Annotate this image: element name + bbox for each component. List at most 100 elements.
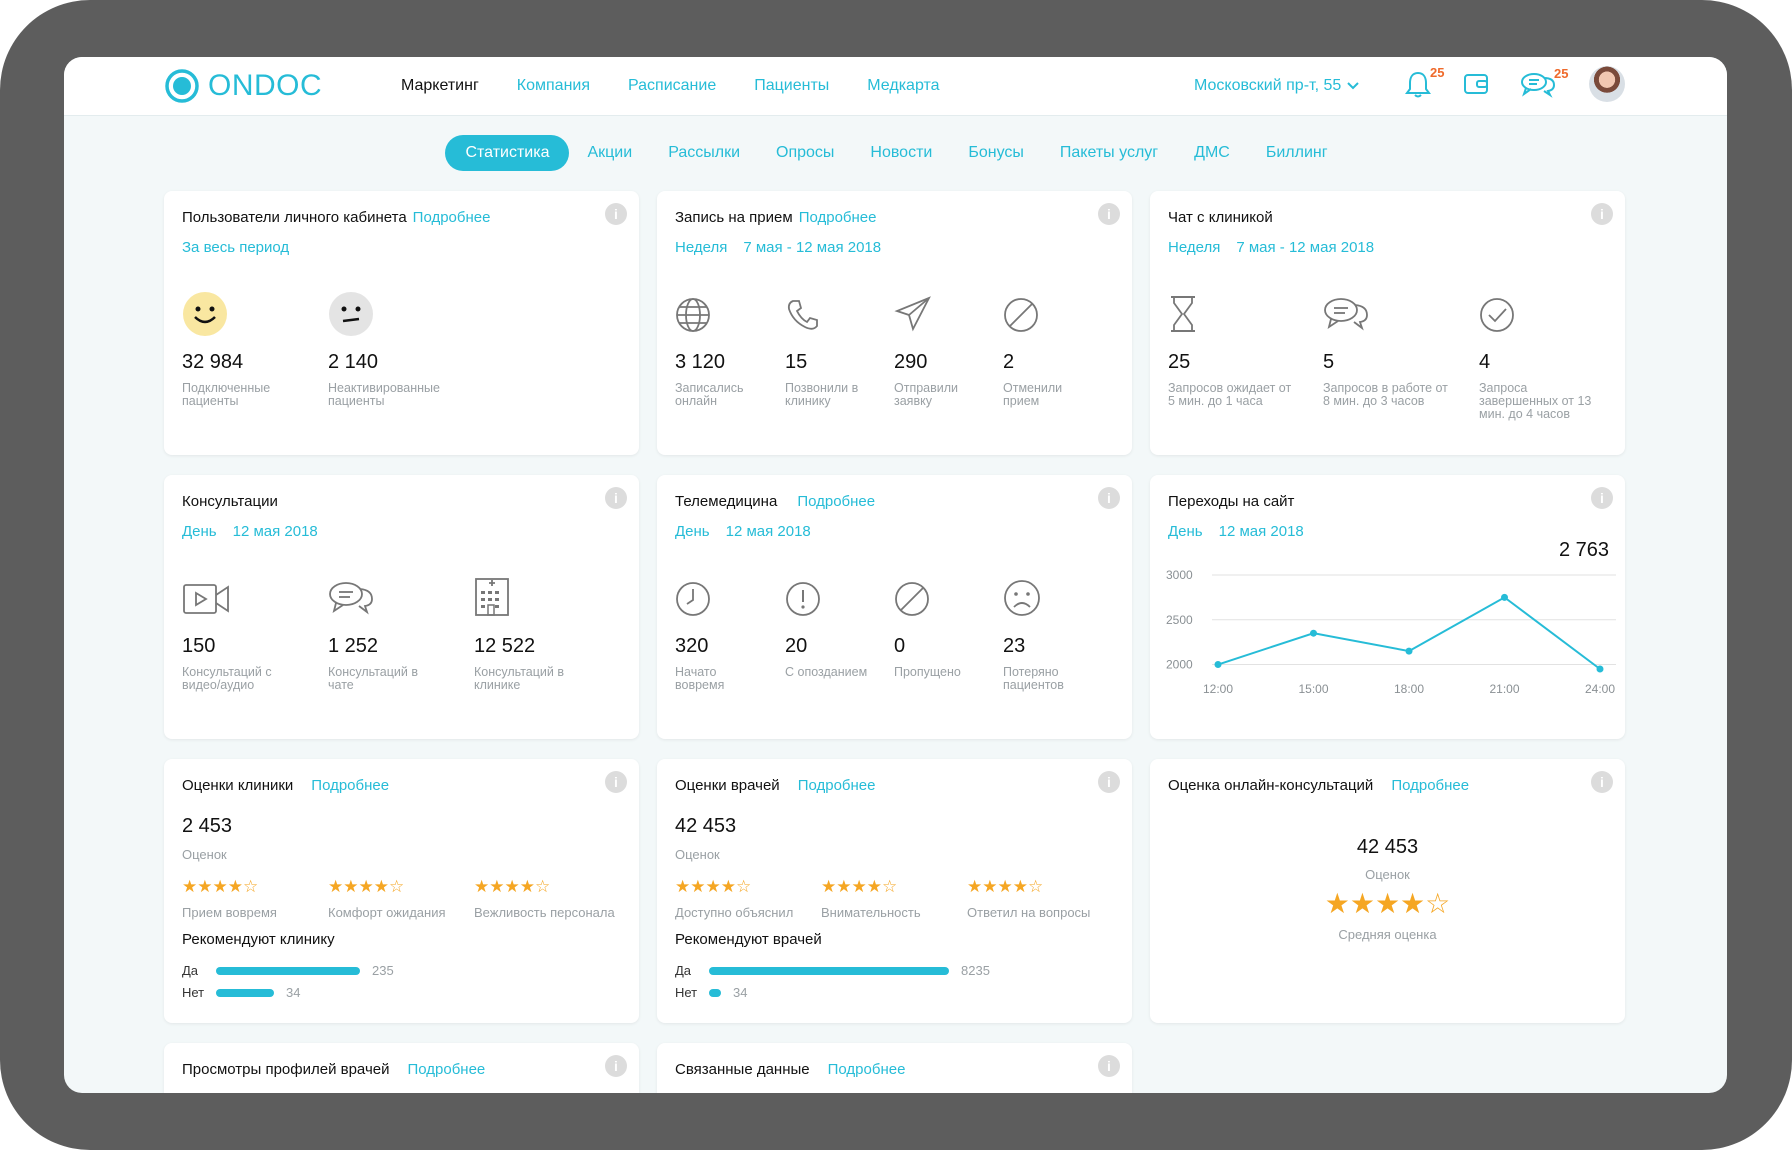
stat-label: Консультаций с видео/аудио: [182, 665, 272, 692]
period-selector[interactable]: За весь период: [182, 239, 305, 256]
stat-label: Потеряно пациентов: [1003, 665, 1064, 692]
chat-bubbles-icon: [329, 582, 373, 615]
logo[interactable]: ONDOC: [164, 68, 322, 104]
linked-data-card: Связанные данные Подробнее i: [657, 1043, 1132, 1093]
visits-line-chart: 3000 2500 2000 12:00 15:00 18:00 21:00 24:00: [1166, 568, 1616, 696]
phone-icon: [787, 300, 818, 330]
info-icon[interactable]: i: [605, 771, 627, 793]
criterion-label: Комфорт ожидания: [328, 905, 446, 920]
tab-bonuses[interactable]: Бонусы: [968, 144, 1024, 162]
more-link[interactable]: Подробнее: [1391, 777, 1469, 794]
stat-chat: 1 252 Консультаций в чате: [328, 575, 448, 692]
star-rating: ★★★★☆: [182, 877, 259, 896]
info-icon[interactable]: i: [1098, 1055, 1120, 1077]
period-selector[interactable]: Неделя 7 мая - 12 мая 2018: [1168, 239, 1390, 256]
chat-bubbles-icon: [1324, 298, 1368, 331]
stat-value: 3 120: [675, 351, 726, 373]
stat-label: С опозданием: [785, 665, 868, 679]
criterion-label: Прием вовремя: [182, 905, 277, 920]
stat-value: 32 984: [182, 351, 244, 373]
tab-dms[interactable]: ДМС: [1194, 144, 1230, 162]
x-tick-label: 12:00: [1203, 682, 1233, 696]
more-link[interactable]: Подробнее: [799, 209, 877, 226]
nav-company[interactable]: Компания: [517, 77, 590, 95]
card-title: Консультации: [182, 493, 278, 510]
booking-card: Запись на прием Подробнее i Неделя 7 мая -…: [657, 191, 1132, 455]
x-tick-label: 18:00: [1394, 682, 1424, 696]
stat-value: 2: [1003, 351, 1015, 373]
tab-billing[interactable]: Биллинг: [1266, 144, 1328, 162]
y-tick-label: 2000: [1166, 658, 1193, 672]
more-link[interactable]: Подробнее: [413, 209, 491, 226]
card-title: Просмотры профилей врачей Подробнее: [182, 1061, 486, 1078]
stat-on-time: 320 Начато вовремя: [675, 575, 795, 692]
card-title: Пользователи личного кабинета Подробнее: [182, 209, 491, 226]
bar-label: Да: [675, 963, 692, 978]
criterion-label: Ответил на вопросы: [967, 905, 1091, 920]
info-icon[interactable]: i: [1591, 771, 1613, 793]
stat-clinic: 12 522 Консультаций в клинике: [474, 575, 594, 692]
stat-value: 1 252: [328, 635, 379, 657]
ratings-count: 42 453: [675, 815, 737, 837]
chat-icon: [1521, 73, 1556, 98]
average-label: Средняя оценка: [1338, 927, 1437, 942]
ratings-count-label: Оценок: [675, 847, 720, 862]
nav-marketing[interactable]: Маркетинг: [401, 77, 479, 95]
info-icon[interactable]: i: [605, 203, 627, 225]
info-icon[interactable]: i: [1591, 203, 1613, 225]
nav-patients[interactable]: Пациенты: [754, 77, 829, 95]
info-icon[interactable]: i: [1098, 771, 1120, 793]
tab-surveys[interactable]: Опросы: [776, 144, 834, 162]
notifications-button[interactable]: 25: [1404, 65, 1444, 104]
period-selector[interactable]: День 12 мая 2018: [1168, 523, 1320, 540]
period-selector[interactable]: День 12 мая 2018: [182, 523, 334, 540]
more-link[interactable]: Подробнее: [407, 1061, 485, 1078]
period-selector[interactable]: День 12 мая 2018: [675, 523, 827, 540]
info-icon[interactable]: i: [605, 1055, 627, 1077]
card-title: Чат с клиникой: [1168, 209, 1273, 226]
bar-value: 34: [286, 985, 301, 1000]
bar-label: Нет: [182, 985, 205, 1000]
telemedicine-card: Телемедицина Подробнее i День 12 мая 2018 …: [657, 475, 1132, 739]
period-selector[interactable]: Неделя 7 мая - 12 мая 2018: [675, 239, 897, 256]
avatar[interactable]: [1589, 66, 1625, 102]
more-link[interactable]: Подробнее: [311, 777, 389, 794]
stat-label: Пропущено: [894, 665, 961, 679]
top-bar: ONDOC Маркетинг Компания Расписание Паци…: [64, 57, 1727, 116]
tab-statistics[interactable]: Статистика: [445, 135, 570, 171]
info-icon[interactable]: i: [605, 487, 627, 509]
card-title: Оценка онлайн-консультаций Подробнее: [1168, 777, 1470, 794]
tab-packages[interactable]: Пакеты услуг: [1060, 144, 1158, 162]
more-link[interactable]: Подробнее: [798, 777, 876, 794]
recommend-no-bar: [709, 988, 721, 997]
branch-selector[interactable]: Московский пр-т, 55: [1194, 77, 1359, 95]
stat-waiting: 25 Запросов ожидает от 5 мин. до 1 часа: [1168, 291, 1298, 408]
tab-news[interactable]: Новости: [870, 144, 932, 162]
app-screen: ONDOC Маркетинг Компания Расписание Паци…: [64, 57, 1727, 1093]
top-icons: 25 25: [1404, 65, 1586, 104]
more-link[interactable]: Подробнее: [797, 493, 875, 510]
card-title: Оценки врачей Подробнее: [675, 777, 876, 794]
recommend-no-row: Нет 34: [675, 985, 747, 1000]
wallet-button[interactable]: [1462, 70, 1490, 103]
average-star-rating: ★★★★☆: [1324, 888, 1451, 919]
nav-schedule[interactable]: Расписание: [628, 77, 716, 95]
clinic-building-icon: [475, 578, 509, 616]
info-icon[interactable]: i: [1591, 487, 1613, 509]
clock-icon: [676, 582, 710, 616]
bar-value: 8235: [961, 963, 990, 978]
messages-button[interactable]: 25: [1520, 66, 1568, 103]
ratings-count-label: Оценок: [1365, 867, 1410, 882]
neutral-face-icon: [329, 292, 373, 336]
tab-mailings[interactable]: Рассылки: [668, 144, 740, 162]
stat-label: Позвонили в клинику: [785, 381, 859, 408]
data-point: [1214, 661, 1222, 669]
nav-medcard[interactable]: Медкарта: [867, 77, 939, 95]
stat-label: Записались онлайн: [675, 381, 744, 408]
card-title: Переходы на сайт: [1168, 493, 1295, 510]
cancel-icon: [1004, 298, 1038, 332]
tab-promotions[interactable]: Акции: [587, 144, 632, 162]
more-link[interactable]: Подробнее: [828, 1061, 906, 1078]
info-icon[interactable]: i: [1098, 203, 1120, 225]
info-icon[interactable]: i: [1098, 487, 1120, 509]
